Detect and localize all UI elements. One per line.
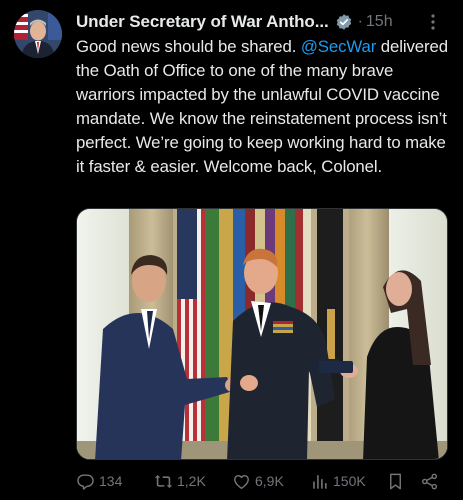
views-icon [313,474,327,489]
repost-button[interactable]: 1,2K [154,472,206,491]
action-bar: 134 1,2K 6,9K 150K [76,470,449,492]
repost-count: 1,2K [177,473,206,489]
reply-icon [77,473,94,490]
more-options-icon[interactable] [423,12,443,32]
tweet-header: Under Secretary of War Antho... · 15h [76,10,449,34]
views-count: 150K [333,473,366,489]
mention-link[interactable]: @SecWar [301,37,376,56]
avatar-photo [14,10,62,58]
share-button[interactable] [420,472,439,491]
tweet-text-rest: delivered the Oath of Office to one of t… [76,37,448,176]
author-name[interactable]: Under Secretary of War Antho... [76,12,329,32]
time-separator: · [357,13,363,30]
verified-badge-icon[interactable] [335,13,353,31]
bookmark-icon [390,473,401,489]
views-button[interactable]: 150K [310,472,366,491]
like-button[interactable]: 6,9K [232,472,284,491]
tweet-text-start: Good news should be shared. [76,37,301,56]
reply-count: 134 [99,473,123,489]
share-icon [421,473,438,489]
post-time[interactable]: 15h [366,13,393,31]
tweet-text: Good news should be shared. @SecWar deli… [76,35,456,179]
avatar[interactable] [14,10,62,58]
reply-button[interactable]: 134 [76,472,122,491]
like-count: 6,9K [255,473,284,489]
bookmark-button[interactable] [386,472,405,491]
heart-icon [234,474,249,489]
tweet-photo[interactable] [76,208,448,460]
repost-icon [154,474,173,488]
oath-ceremony-photo [77,209,447,459]
